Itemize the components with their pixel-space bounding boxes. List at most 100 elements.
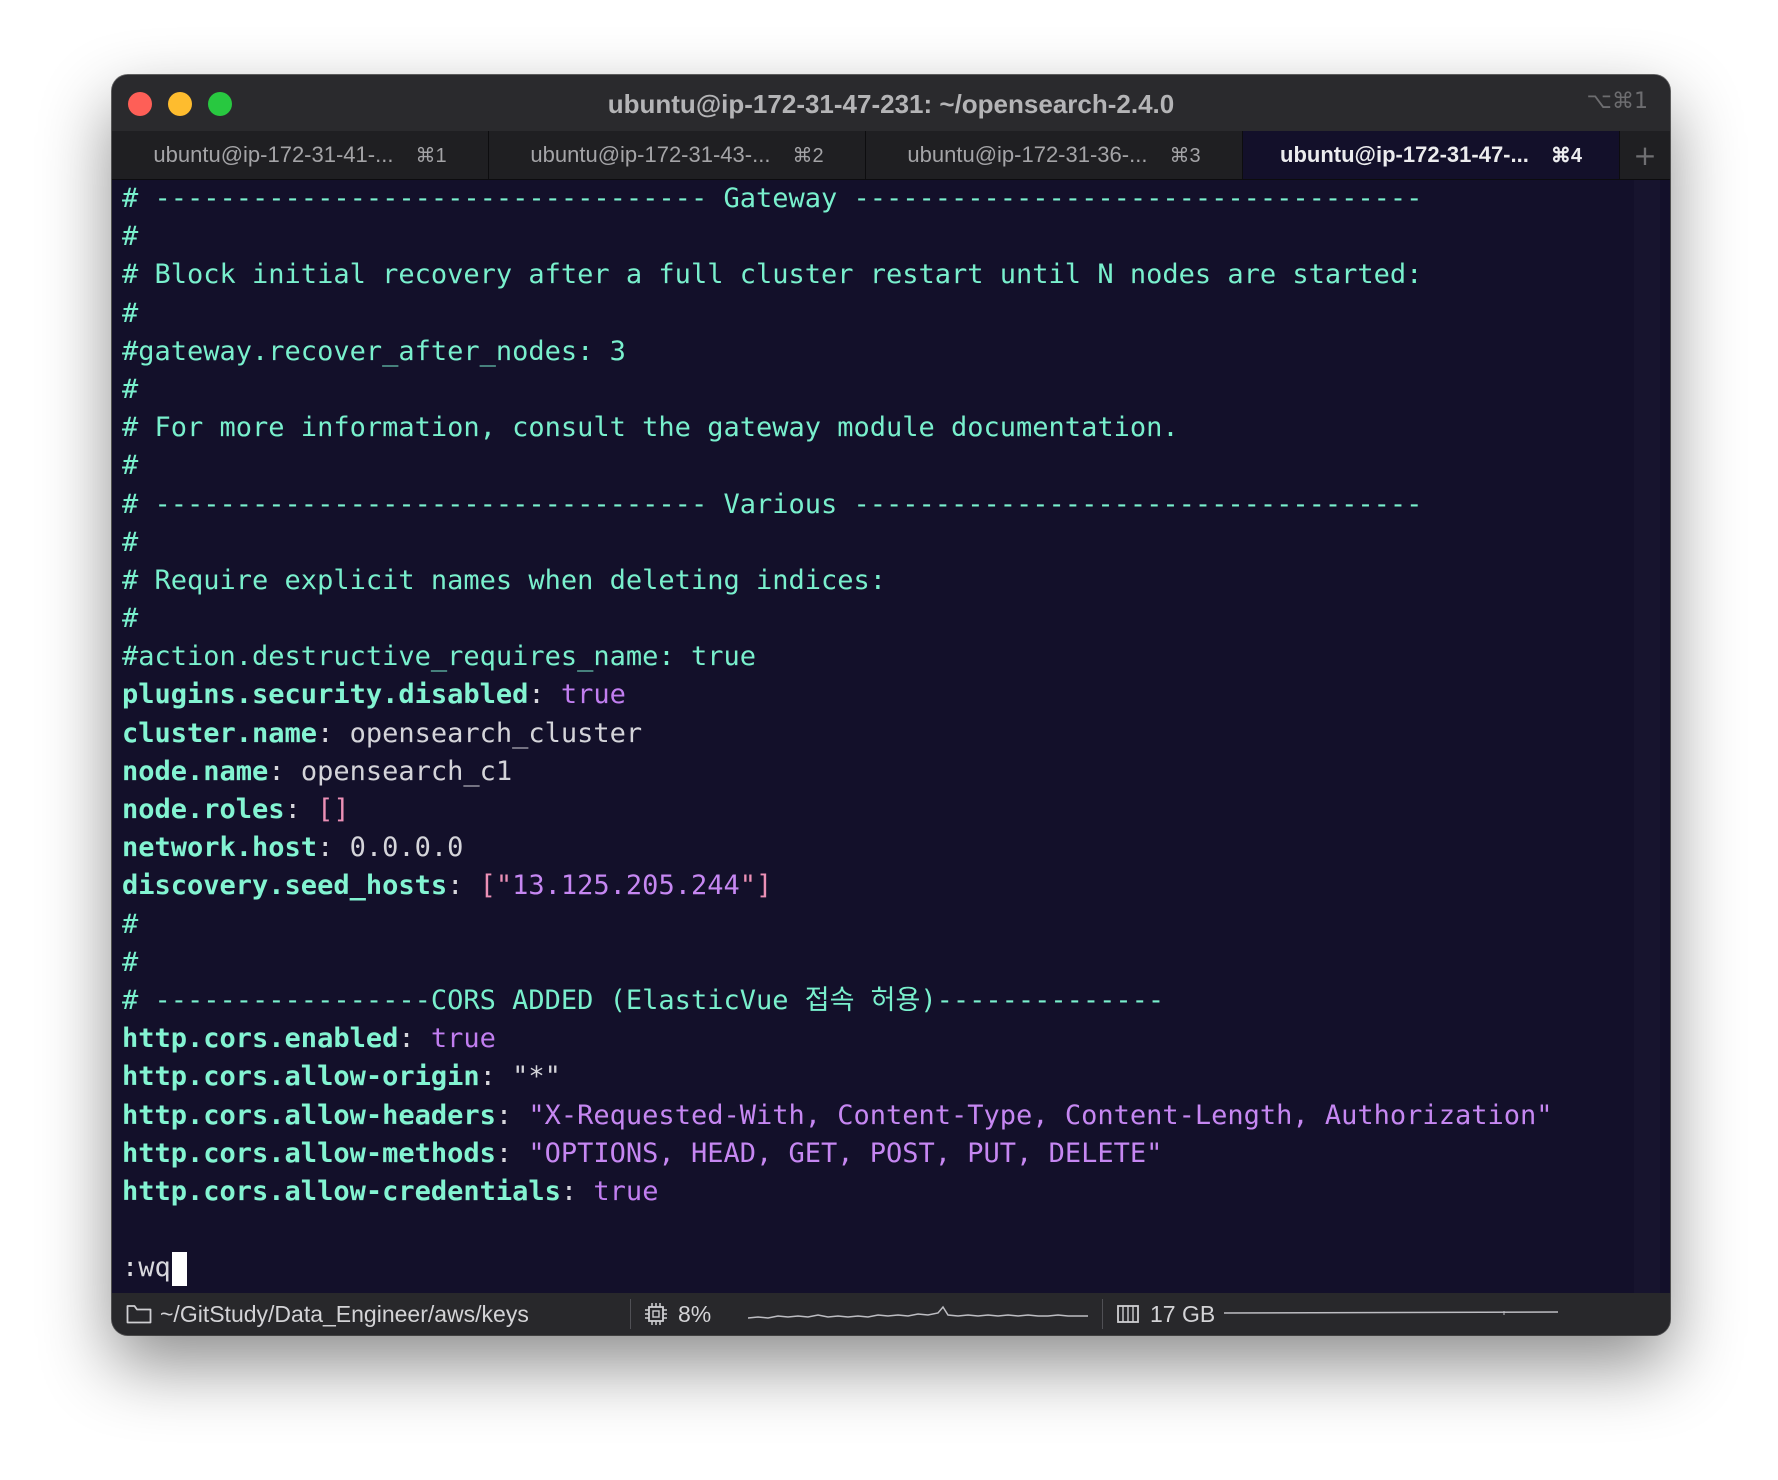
tab-4[interactable]: ubuntu@ip-172-31-47-... ⌘4 [1243, 131, 1620, 179]
config-separator: : [560, 1175, 594, 1207]
status-memory: 17 GB [1116, 1293, 1215, 1335]
memory-icon [1116, 1303, 1140, 1325]
config-bracket-open: [" [479, 870, 513, 902]
config-line: node.name: opensearch_c1 [122, 753, 1642, 791]
config-key: node.roles [122, 794, 285, 825]
command-text: :wq [122, 1252, 171, 1284]
config-separator: : [495, 1137, 529, 1169]
config-bracket-close: "] [739, 870, 773, 902]
config-line: http.cors.allow-methods: "OPTIONS, HEAD,… [122, 1135, 1642, 1173]
terminal-window: ubuntu@ip-172-31-47-231: ~/opensearch-2.… [112, 75, 1670, 1335]
config-line: discovery.seed_hosts: ["13.125.205.244"] [122, 867, 1642, 905]
config-line: node.roles: [] [122, 791, 1642, 829]
config-separator: : [268, 755, 301, 787]
window-title: ubuntu@ip-172-31-47-231: ~/opensearch-2.… [607, 89, 1175, 119]
terminal-line: # For more information, consult the gate… [122, 412, 1179, 444]
config-line: http.cors.allow-headers: "X-Requested-Wi… [122, 1097, 1642, 1135]
tab-1[interactable]: ubuntu@ip-172-31-41-... ⌘1 [112, 131, 489, 179]
config-key: http.cors.enabled [122, 1023, 399, 1055]
config-separator: : [317, 832, 350, 864]
config-line: http.cors.allow-origin: "*" [122, 1058, 1642, 1096]
config-separator: : [317, 717, 350, 749]
config-line: http.cors.enabled: true [122, 1020, 1642, 1058]
terminal-line: # [122, 450, 139, 482]
cpu-icon [644, 1302, 668, 1326]
terminal-line: # [122, 373, 139, 405]
title-bar[interactable]: ubuntu@ip-172-31-47-231: ~/opensearch-2.… [112, 75, 1670, 131]
folder-icon [126, 1303, 152, 1325]
config-line: plugins.security.disabled: true [122, 676, 1642, 714]
config-separator: : [284, 794, 318, 825]
config-separator: : [495, 1099, 529, 1131]
config-value: opensearch_cluster [349, 717, 643, 749]
config-value: opensearch_c1 [300, 755, 513, 787]
command-line[interactable]: :wq [122, 1249, 1642, 1287]
config-line: cluster.name: opensearch_cluster [122, 715, 1642, 753]
terminal-line: # [122, 908, 139, 940]
config-key: discovery.seed_hosts [122, 870, 448, 902]
current-path: ~/GitStudy/Data_Engineer/aws/keys [160, 1300, 529, 1327]
config-key: http.cors.allow-methods [122, 1137, 496, 1169]
tab-shortcut: ⌘4 [1550, 144, 1582, 167]
text-cursor [171, 1251, 187, 1286]
config-key: http.cors.allow-credentials [122, 1175, 561, 1207]
tab-3[interactable]: ubuntu@ip-172-31-36-... ⌘3 [866, 131, 1243, 179]
terminal-line: # -----------------CORS ADDED (ElasticVu… [122, 984, 1165, 1016]
config-value: [] [317, 794, 350, 825]
config-value: 13.125.205.244 [512, 870, 740, 902]
config-separator: : [528, 679, 561, 711]
memory-sparkline [1224, 1293, 1558, 1335]
terminal-line: # [122, 221, 139, 253]
new-tab-button[interactable]: + [1620, 131, 1670, 179]
terminal-line: # Block initial recovery after a full cl… [122, 259, 1423, 291]
terminal-line: # [122, 297, 139, 329]
empty-line [122, 1211, 1642, 1249]
terminal-line: #gateway.recover_after_nodes: 3 [122, 335, 626, 367]
terminal-line: # [122, 946, 139, 978]
tab-2[interactable]: ubuntu@ip-172-31-43-... ⌘2 [489, 131, 866, 179]
cpu-sparkline [748, 1293, 1088, 1335]
window-shortcut: ⌥⌘1 [1586, 89, 1648, 114]
config-value: "X-Requested-With, Content-Type, Content… [528, 1099, 1553, 1131]
config-key: cluster.name [122, 717, 318, 749]
terminal-line: # ---------------------------------- Gat… [122, 183, 1423, 214]
config-value: true [430, 1023, 496, 1055]
tab-label: ubuntu@ip-172-31-43-... [530, 142, 771, 167]
config-key: network.host [122, 832, 318, 864]
status-cpu: 8% [644, 1293, 711, 1335]
terminal-line: # [122, 526, 139, 558]
config-separator: : [479, 1061, 513, 1093]
terminal-line: # [122, 603, 139, 635]
config-value: "OPTIONS, HEAD, GET, POST, PUT, DELETE" [528, 1137, 1163, 1169]
tab-shortcut: ⌘3 [1169, 144, 1201, 167]
config-value: "*" [512, 1061, 561, 1093]
config-line: http.cors.allow-credentials: true [122, 1173, 1642, 1211]
config-key: node.name [122, 755, 269, 787]
config-value: 0.0.0.0 [349, 832, 464, 864]
tab-shortcut: ⌘1 [415, 144, 447, 167]
config-separator: : [447, 870, 480, 902]
config-key: http.cors.allow-headers [122, 1099, 496, 1131]
status-bar: ~/GitStudy/Data_Engineer/aws/keys 8% 17 … [112, 1293, 1670, 1335]
terminal-line: #action.destructive_requires_name: true [122, 641, 756, 673]
tab-shortcut: ⌘2 [792, 144, 824, 167]
config-value: true [593, 1175, 659, 1207]
terminal-line: # ---------------------------------- Var… [122, 488, 1423, 520]
tab-label: ubuntu@ip-172-31-47-... [1280, 142, 1529, 167]
status-divider [630, 1299, 631, 1329]
config-key: plugins.security.disabled [122, 679, 529, 711]
scrollbar[interactable] [1634, 180, 1660, 1335]
tab-label: ubuntu@ip-172-31-41-... [153, 142, 394, 167]
tab-label: ubuntu@ip-172-31-36-... [907, 142, 1148, 167]
cpu-usage: 8% [678, 1300, 712, 1327]
config-line: network.host: 0.0.0.0 [122, 829, 1642, 867]
config-separator: : [398, 1023, 431, 1055]
status-divider [1102, 1299, 1103, 1329]
tab-bar: ubuntu@ip-172-31-41-... ⌘1 ubuntu@ip-172… [112, 131, 1670, 180]
config-value: true [560, 679, 626, 711]
memory-usage: 17 GB [1150, 1300, 1216, 1327]
terminal-content[interactable]: # ---------------------------------- Gat… [122, 180, 1642, 1335]
status-path[interactable]: ~/GitStudy/Data_Engineer/aws/keys [126, 1293, 529, 1335]
terminal-line: # Require explicit names when deleting i… [122, 564, 887, 596]
config-key: http.cors.allow-origin [122, 1061, 480, 1093]
